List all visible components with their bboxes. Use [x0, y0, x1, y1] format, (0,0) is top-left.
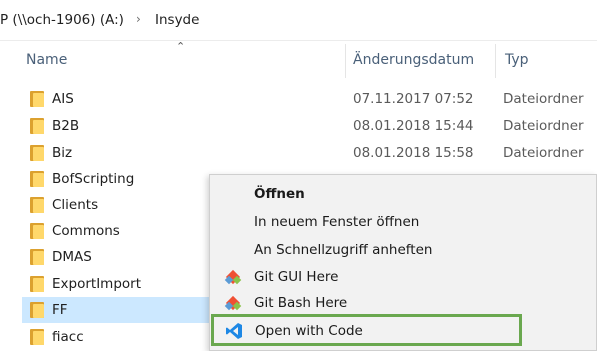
- file-name: Commons: [52, 223, 120, 239]
- folder-icon: [30, 118, 44, 134]
- menu-item-git-gui[interactable]: Git GUI Here: [210, 264, 596, 290]
- file-name: DMAS: [52, 249, 92, 265]
- menu-item-open[interactable]: Öffnen: [210, 181, 596, 207]
- menu-item-label: Git Bash Here: [254, 295, 348, 311]
- column-header-type[interactable]: Typ: [505, 52, 529, 68]
- menu-item-open-new-window[interactable]: In neuem Fenster öffnen: [210, 209, 596, 235]
- file-row[interactable]: AIS 07.11.2017 07:52 Dateiordner: [22, 86, 597, 112]
- file-row[interactable]: B2B 08.01.2018 15:44 Dateiordner: [22, 113, 597, 139]
- vscode-icon: [226, 323, 242, 339]
- column-header-date[interactable]: Änderungsdatum: [353, 52, 474, 68]
- menu-item-label: Open with Code: [255, 323, 363, 339]
- file-name: Clients: [52, 197, 99, 213]
- file-type: Dateiordner: [503, 91, 584, 107]
- file-name: ExportImport: [52, 276, 141, 292]
- git-icon: [224, 269, 242, 285]
- sort-ascending-icon: ⌃: [176, 40, 186, 53]
- menu-item-label: An Schnellzugriff anheften: [254, 242, 433, 258]
- menu-item-label: Git GUI Here: [254, 269, 339, 285]
- folder-icon: [30, 249, 44, 265]
- column-header-name[interactable]: Name: [26, 52, 67, 68]
- folder-icon: [30, 91, 44, 107]
- breadcrumb-separator-icon[interactable]: ›: [136, 12, 141, 26]
- file-date: 08.01.2018 15:44: [353, 118, 474, 134]
- git-icon: [224, 295, 242, 311]
- file-type: Dateiordner: [503, 118, 584, 134]
- breadcrumb-folder[interactable]: Insyde: [155, 12, 199, 28]
- file-date: 07.11.2017 07:52: [353, 91, 474, 107]
- menu-item-label: Öffnen: [254, 186, 305, 202]
- address-bar[interactable]: P (\\och-1906) (A:) › Insyde: [0, 0, 597, 41]
- folder-icon: [30, 145, 44, 161]
- file-name: Biz: [52, 145, 73, 161]
- breadcrumb-drive[interactable]: P (\\och-1906) (A:): [0, 12, 124, 28]
- folder-icon: [30, 223, 44, 239]
- menu-item-open-with-code[interactable]: Open with Code: [211, 314, 522, 346]
- file-name: fiacc: [52, 329, 84, 345]
- context-menu: Öffnen In neuem Fenster öffnen An Schnel…: [209, 174, 597, 351]
- column-divider[interactable]: [345, 44, 346, 78]
- folder-icon: [30, 171, 44, 187]
- file-date: 08.01.2018 15:58: [353, 145, 474, 161]
- file-name: B2B: [52, 118, 80, 134]
- menu-item-pin-quick-access[interactable]: An Schnellzugriff anheften: [210, 237, 596, 263]
- file-type: Dateiordner: [503, 145, 584, 161]
- menu-item-label: In neuem Fenster öffnen: [254, 214, 420, 230]
- menu-item-git-bash[interactable]: Git Bash Here: [210, 290, 596, 316]
- file-name: AIS: [52, 91, 74, 107]
- folder-icon: [30, 197, 44, 213]
- folder-icon: [30, 276, 44, 292]
- file-name: BofScripting: [52, 171, 135, 187]
- file-row[interactable]: Biz 08.01.2018 15:58 Dateiordner: [22, 140, 597, 166]
- folder-icon: [30, 302, 44, 318]
- folder-icon: [30, 329, 44, 345]
- file-name: FF: [52, 302, 68, 318]
- column-divider[interactable]: [495, 44, 496, 78]
